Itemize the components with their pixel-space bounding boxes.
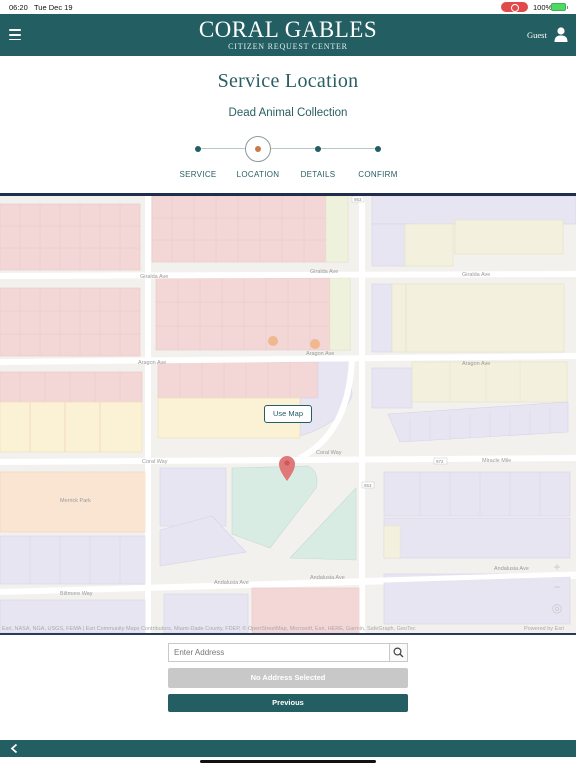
map-attribution: Esri, NASA, NGA, USGS, FEMA | Esri Commu… bbox=[2, 626, 416, 632]
step-dot-service bbox=[195, 146, 201, 152]
poi-marker[interactable] bbox=[268, 336, 278, 346]
street-label: Giralda Ave bbox=[140, 274, 168, 280]
route-shield: 953 bbox=[354, 197, 362, 202]
street-label: Biltmore Way bbox=[60, 591, 93, 597]
app-screen: 06:20 Tue Dec 19 100% CORAL GABLES CITIZ… bbox=[0, 0, 576, 768]
no-address-selected-button: No Address Selected bbox=[168, 668, 408, 688]
route-shield: 953 bbox=[364, 483, 372, 488]
battery-icon bbox=[551, 3, 568, 11]
locate-icon[interactable]: ◎ bbox=[550, 601, 564, 615]
street-label: Andalusia Ave bbox=[310, 575, 345, 581]
street-label: Aragon Ave bbox=[306, 351, 334, 357]
zoom-in-button[interactable]: + bbox=[550, 560, 564, 574]
street-label: Andalusia Ave bbox=[494, 566, 529, 572]
street-label: Aragon Ave bbox=[138, 360, 166, 366]
map-bottom-border bbox=[0, 633, 576, 635]
logo-sub-text: CITIZEN REQUEST CENTER bbox=[228, 42, 348, 51]
step-dot-details bbox=[315, 146, 321, 152]
street-label: Coral Way bbox=[142, 459, 168, 465]
bottom-toolbar bbox=[0, 740, 576, 757]
street-label: Giralda Ave bbox=[462, 272, 490, 278]
poi-marker[interactable] bbox=[310, 339, 320, 349]
powered-by-esri[interactable]: Powered by Esri bbox=[524, 626, 564, 632]
guest-label[interactable]: Guest bbox=[527, 30, 547, 40]
search-icon bbox=[393, 647, 404, 658]
logo-main-text: CORAL GABLES bbox=[198, 17, 378, 42]
place-label: Merrick Park bbox=[60, 498, 91, 504]
street-label: Coral Way bbox=[316, 450, 342, 456]
address-input[interactable] bbox=[168, 643, 390, 662]
status-bar: 06:20 Tue Dec 19 100% bbox=[0, 0, 576, 14]
route-shield: 972 bbox=[436, 459, 444, 464]
coral-gables-logo: CORAL GABLES CITIZEN REQUEST CENTER bbox=[188, 17, 388, 51]
service-name: Dead Animal Collection bbox=[228, 107, 348, 119]
hamburger-menu-icon[interactable] bbox=[9, 29, 21, 41]
address-search-button[interactable] bbox=[389, 643, 408, 662]
status-time: 06:20 bbox=[9, 3, 28, 12]
street-label: Miracle Mile bbox=[482, 458, 511, 464]
step-dot-location bbox=[255, 146, 261, 152]
street-label: Aragon Ave bbox=[462, 361, 490, 367]
chevron-left-icon[interactable] bbox=[9, 743, 19, 754]
use-map-button[interactable]: Use Map bbox=[264, 405, 312, 423]
status-date: Tue Dec 19 bbox=[34, 3, 73, 12]
street-label: Giralda Ave bbox=[310, 269, 338, 275]
page-title: Service Location bbox=[217, 70, 359, 92]
app-header: CORAL GABLES CITIZEN REQUEST CENTER Gues… bbox=[0, 14, 576, 56]
step-label-confirm[interactable]: CONFIRM bbox=[343, 170, 413, 179]
user-icon[interactable] bbox=[554, 27, 568, 42]
battery-percent: 100% bbox=[533, 3, 553, 12]
zoom-out-button[interactable]: − bbox=[550, 580, 564, 594]
home-indicator bbox=[200, 760, 376, 763]
step-dot-confirm bbox=[375, 146, 381, 152]
screen-recording-icon bbox=[501, 2, 528, 12]
previous-button[interactable]: Previous bbox=[168, 694, 408, 712]
stepper-line bbox=[198, 148, 378, 149]
street-label: Andalusia Ave bbox=[214, 580, 249, 586]
